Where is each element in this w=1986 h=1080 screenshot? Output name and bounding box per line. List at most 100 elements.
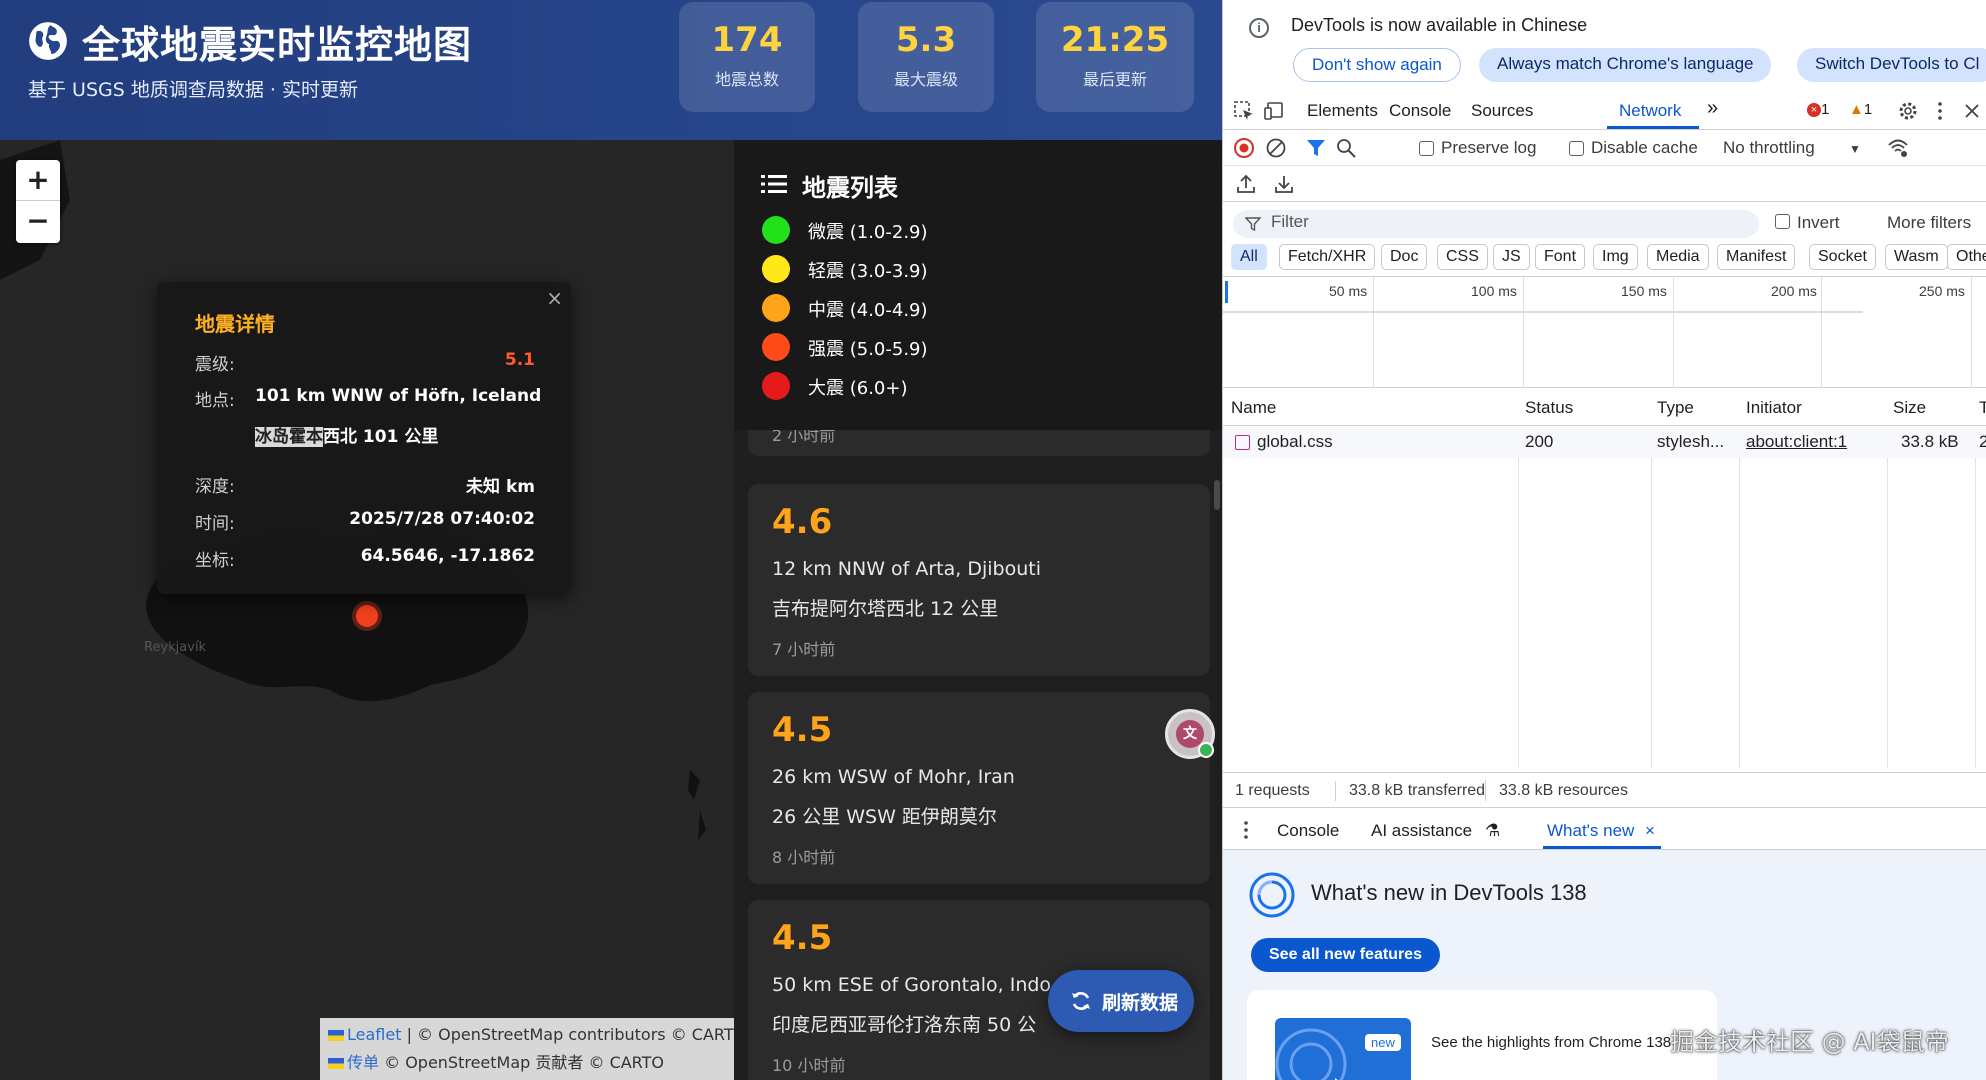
column-header-name[interactable]: Name [1231, 398, 1276, 418]
quake-card-time: 10 小时前 [772, 1056, 846, 1075]
popup-time: 2025/7/28 07:40:02 [349, 509, 535, 529]
type-filter-js[interactable]: JS [1493, 244, 1530, 270]
table-row[interactable]: global.css 200 stylesh... about:client:1… [1223, 426, 1986, 458]
more-filters-dropdown[interactable]: More filters [1887, 213, 1971, 233]
leaflet-link-zh[interactable]: 传单 [347, 1053, 379, 1072]
popup-magnitude: 5.1 [504, 350, 535, 370]
whats-new-title: What's new in DevTools 138 [1311, 880, 1587, 905]
refresh-data-button[interactable]: 刷新数据 [1048, 970, 1194, 1032]
column-header-type[interactable]: Type [1657, 398, 1694, 418]
quake-card-location-zh: 26 公里 WSW 距伊朗莫尔 [772, 806, 997, 828]
type-filter-fetch-xhr[interactable]: Fetch/XHR [1279, 244, 1376, 270]
switch-language-button[interactable]: Switch DevTools to Cl [1797, 48, 1986, 82]
dont-show-again-button[interactable]: Don't show again [1293, 48, 1461, 82]
invert-label: Invert [1797, 213, 1840, 232]
quake-card[interactable]: 4.5 26 km WSW of Mohr, Iran 26 公里 WSW 距伊… [748, 692, 1210, 884]
error-icon: × [1807, 103, 1821, 118]
quake-card-magnitude: 4.5 [772, 918, 833, 958]
disable-cache-checkbox[interactable] [1569, 141, 1584, 156]
see-all-features-button[interactable]: See all new features [1251, 938, 1440, 972]
quake-card-location-zh: 印度尼西亚哥伦打洛东南 50 公 [772, 1014, 1037, 1036]
inspect-element-icon[interactable] [1233, 100, 1255, 122]
filter-input[interactable] [1233, 210, 1759, 238]
translate-icon[interactable]: 文 [1165, 709, 1215, 759]
css-file-icon [1235, 435, 1250, 450]
zoom-in-button[interactable]: + [16, 160, 60, 201]
quake-card[interactable]: 4.6 12 km NNW of Arta, Djibouti 吉布提阿尔塔西北… [748, 484, 1210, 676]
drawer-tab-console[interactable]: Console [1277, 821, 1339, 841]
stat-total-quakes: 174 地震总数 [679, 2, 815, 112]
close-icon[interactable]: × [546, 286, 563, 310]
type-filter-css[interactable]: CSS [1437, 244, 1488, 270]
more-options-icon[interactable] [1929, 100, 1951, 122]
warning-count[interactable]: ▲1 [1849, 101, 1872, 118]
stat-max-magnitude: 5.3 最大震级 [858, 2, 994, 112]
tab-elements[interactable]: Elements [1307, 101, 1378, 121]
drawer-tab-whats-new[interactable]: What's new [1547, 821, 1634, 841]
type-filter-all[interactable]: All [1231, 244, 1267, 270]
request-initiator-link[interactable]: about:client:1 [1746, 432, 1847, 452]
stat-label: 最后更新 [1082, 70, 1147, 89]
drawer-menu-icon[interactable] [1235, 819, 1257, 841]
chevron-down-icon[interactable]: ▼ [1849, 142, 1861, 156]
import-har-icon[interactable] [1235, 173, 1257, 195]
map-view[interactable]: + − Reykjavík × 地震详情 震级: 5.1 地点: 101 km … [0, 140, 734, 1080]
export-har-icon[interactable] [1273, 173, 1295, 195]
network-overview-timeline[interactable]: 50 ms 100 ms 150 ms 200 ms 250 ms [1223, 276, 1986, 389]
earthquake-marker[interactable] [356, 605, 378, 627]
scrollbar-thumb[interactable] [1214, 480, 1220, 510]
legend-item: 轻震 (3.0-3.9) [762, 254, 1062, 284]
request-status: 200 [1525, 432, 1554, 451]
preserve-log-checkbox[interactable] [1419, 141, 1434, 156]
timeline-ruler [1223, 311, 1863, 313]
column-header-initiator[interactable]: Initiator [1746, 398, 1802, 418]
earthquake-app: 全球地震实时监控地图 基于 USGS 地质调查局数据 · 实时更新 174 地震… [0, 0, 1222, 1080]
device-toolbar-icon[interactable] [1263, 100, 1285, 122]
zoom-out-button[interactable]: − [16, 201, 60, 242]
legend-dot [762, 255, 790, 283]
tab-console[interactable]: Console [1389, 101, 1451, 121]
request-name[interactable]: global.css [1257, 432, 1333, 452]
more-tabs-icon[interactable]: » [1707, 97, 1718, 120]
earthquake-sidebar[interactable]: 地震列表 微震 (1.0-2.9) 轻震 (3.0-3.9) 中震 (4.0-4… [734, 140, 1222, 1080]
drawer-tab-ai-assistance[interactable]: AI assistance [1371, 821, 1472, 841]
clear-icon[interactable] [1265, 137, 1287, 159]
quake-card-location-en: 12 km NNW of Arta, Djibouti [772, 558, 1041, 580]
type-filter-media[interactable]: Media [1647, 244, 1709, 270]
type-filter-font[interactable]: Font [1535, 244, 1586, 270]
type-filter-other[interactable]: Other [1947, 244, 1986, 270]
error-count[interactable]: × 1 [1807, 101, 1829, 118]
match-language-button[interactable]: Always match Chrome's language [1479, 48, 1772, 82]
column-header-size[interactable]: Size [1893, 398, 1926, 418]
column-header-time[interactable]: T [1979, 398, 1986, 418]
tab-network[interactable]: Network [1619, 101, 1681, 121]
column-header-status[interactable]: Status [1525, 398, 1573, 418]
filter-funnel-icon[interactable] [1305, 137, 1327, 159]
network-status-bar: 1 requests 33.8 kB transferred 33.8 kB r… [1223, 772, 1986, 808]
invert-checkbox[interactable] [1775, 214, 1790, 229]
type-filter-wasm[interactable]: Wasm [1885, 244, 1948, 270]
search-icon[interactable] [1335, 137, 1357, 159]
legend-label: 微震 (1.0-2.9) [808, 222, 928, 243]
highlights-card[interactable]: new See the highlights from Chrome 138 [1247, 990, 1717, 1080]
record-stop-icon[interactable] [1233, 137, 1255, 159]
close-tab-icon[interactable]: × [1645, 821, 1655, 841]
type-filter-manifest[interactable]: Manifest [1717, 244, 1796, 270]
timeline-tick-label: 200 ms [1771, 283, 1817, 299]
popup-location-zh: 冰岛霍本西北 101 公里 [255, 422, 438, 447]
tab-sources[interactable]: Sources [1471, 101, 1533, 121]
close-devtools-icon[interactable] [1961, 100, 1983, 122]
devtools-logo-icon [1249, 872, 1295, 918]
popup-label: 坐标: [195, 551, 235, 571]
active-tab-indicator [1607, 126, 1699, 129]
type-filter-img[interactable]: Img [1593, 244, 1638, 270]
type-filter-doc[interactable]: Doc [1381, 244, 1428, 270]
type-filter-socket[interactable]: Socket [1809, 244, 1876, 270]
settings-gear-icon[interactable] [1897, 100, 1919, 122]
throttling-select[interactable]: No throttling [1723, 138, 1815, 158]
leaflet-link[interactable]: Leaflet [347, 1025, 401, 1044]
network-conditions-icon[interactable] [1887, 137, 1909, 159]
quake-detail-popup: × 地震详情 震级: 5.1 地点: 101 km WNW of Höfn, I… [157, 282, 571, 594]
map-attribution: Leaflet | © OpenStreetMap contributors ©… [320, 1018, 746, 1080]
selected-text[interactable]: 冰岛霍本 [255, 427, 323, 447]
